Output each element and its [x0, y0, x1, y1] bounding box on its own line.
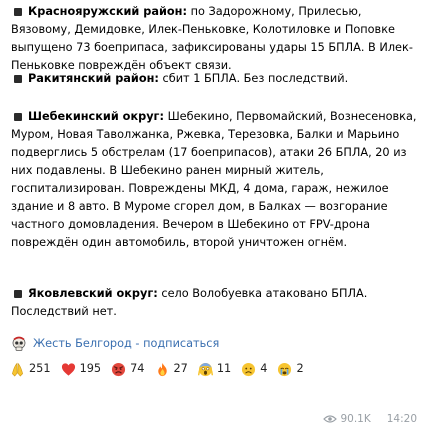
- reaction-crying-face[interactable]: 2: [277, 361, 304, 377]
- reaction-folded-hands[interactable]: 251: [10, 361, 51, 377]
- reaction-angry-face[interactable]: 74: [111, 361, 145, 377]
- message-time: 14:20: [386, 413, 417, 425]
- screaming-face-icon: [197, 362, 213, 376]
- reaction-fire[interactable]: 27: [155, 361, 188, 377]
- paragraph-krasnoyaruzhsky: Краснояружский район: по Задорожному, Пр…: [11, 3, 419, 75]
- bullet-square-icon: [14, 112, 22, 121]
- paragraph-title: Ракитянский район:: [28, 72, 159, 85]
- message-bubble: Краснояружский район: по Задорожному, Пр…: [0, 0, 427, 431]
- folded-hands-icon: [12, 362, 23, 376]
- reaction-count: 74: [130, 362, 145, 375]
- reaction-count: 4: [260, 362, 268, 375]
- reaction-screaming-face[interactable]: 11: [197, 361, 232, 377]
- bullet-square-icon: [14, 7, 22, 16]
- reaction-count: 27: [173, 362, 188, 375]
- reaction-sad-face[interactable]: 4: [241, 361, 267, 377]
- paragraph-title: Шебекинский округ:: [28, 110, 164, 123]
- reaction-count: 11: [216, 362, 232, 375]
- skull-icon: [12, 336, 26, 351]
- reactions-bar: 251 195 74 27 11 4 2: [10, 361, 314, 377]
- message-meta: 90.1K 14:20: [323, 412, 417, 426]
- reaction-red-heart[interactable]: 195: [61, 361, 102, 377]
- paragraph-title: Яковлевский округ:: [28, 287, 158, 300]
- sad-face-icon: [242, 362, 256, 376]
- reaction-count: 251: [29, 362, 51, 375]
- crying-face-icon: [278, 362, 292, 376]
- subscribe-link[interactable]: Жесть Белгород - подписаться: [33, 336, 219, 352]
- paragraph-text: Шебекино, Первомайский, Вознесеновка, Му…: [11, 110, 417, 249]
- red-heart-icon: [61, 362, 75, 376]
- paragraph-rakityansky: Ракитянский район: сбит 1 БПЛА. Без посл…: [11, 70, 419, 88]
- reaction-count: 2: [296, 362, 304, 375]
- bullet-square-icon: [14, 289, 22, 298]
- angry-face-icon: [112, 362, 126, 376]
- bullet-square-icon: [14, 74, 22, 83]
- reaction-count: 195: [79, 362, 102, 375]
- eye-icon: [323, 415, 338, 423]
- paragraph-yakovlevsky: Яковлевский округ: село Волобуевка атако…: [11, 285, 419, 321]
- fire-icon: [157, 362, 167, 376]
- views-count: 90.1K: [340, 413, 371, 425]
- paragraph-title: Краснояружский район:: [28, 5, 187, 18]
- channel-signature: Жесть Белгород - подписаться: [11, 336, 219, 352]
- paragraph-shebekinsky: Шебекинский округ: Шебекино, Первомайски…: [11, 108, 419, 252]
- paragraph-text: сбит 1 БПЛА. Без последствий.: [158, 72, 349, 85]
